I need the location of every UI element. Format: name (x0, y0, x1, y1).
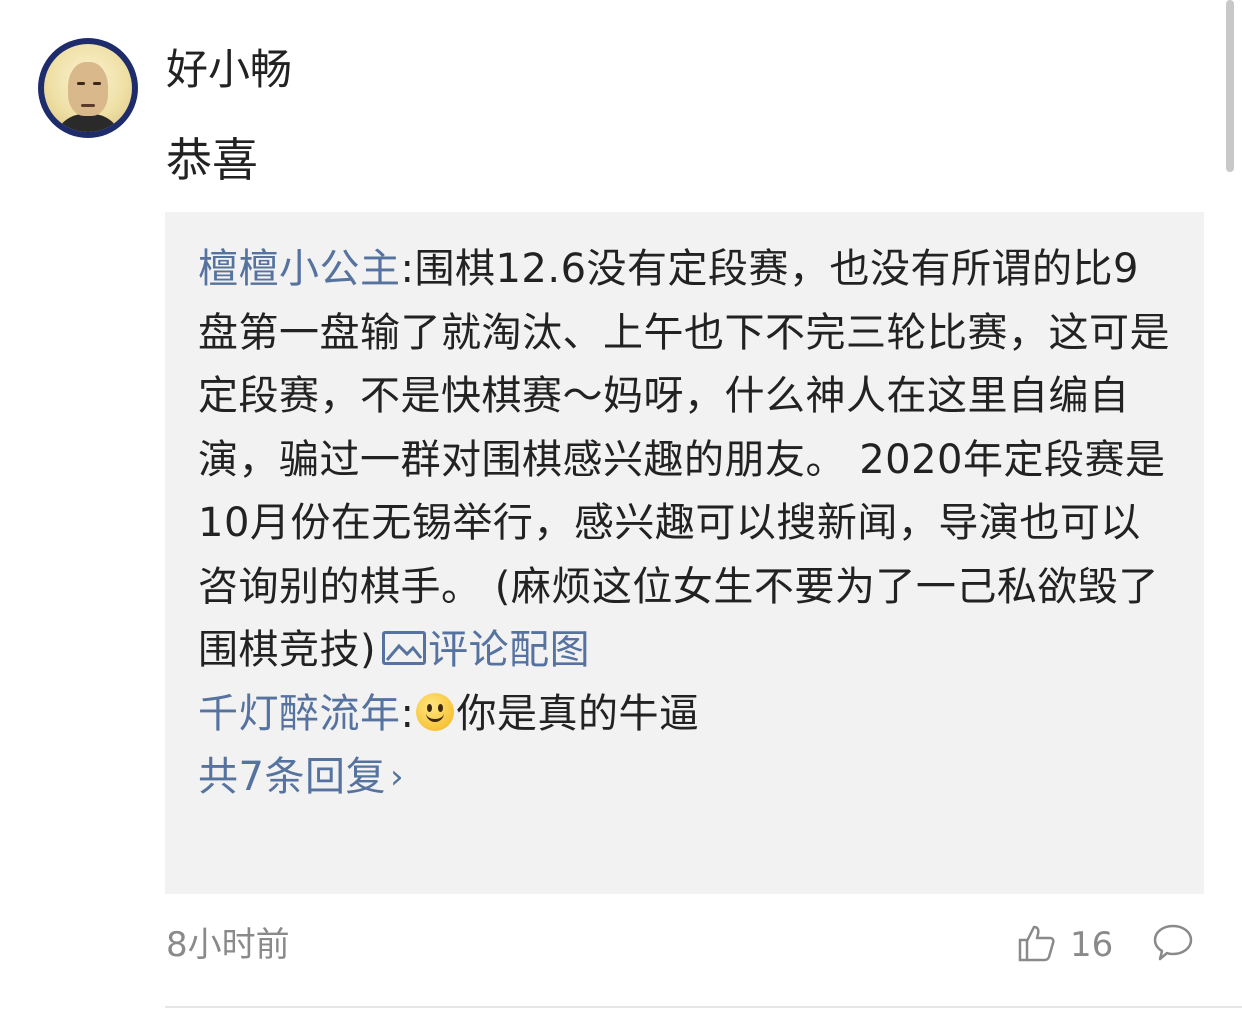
reply-item: 千灯醉流年: 你是真的牛逼 (198, 683, 1178, 747)
scrollbar[interactable] (1226, 0, 1234, 172)
reply-text: 围棋12.6没有定段赛，也没有所谓的比9盘第一盘输了就淘汰、上午也下不完三轮比赛… (198, 246, 1170, 673)
reply-author-link[interactable]: 檀檀小公主 (198, 246, 401, 292)
thumbs-up-icon (1016, 923, 1056, 967)
comment-page: 好小畅 恭喜 檀檀小公主:围棋12.6没有定段赛，也没有所谓的比9盘第一盘输了就… (0, 0, 1242, 1020)
reply-text: 你是真的牛逼 (456, 690, 700, 737)
reply-author-link[interactable]: 千灯醉流年 (198, 691, 401, 737)
like-count: 16 (1070, 925, 1114, 965)
comment-bubble-icon[interactable] (1152, 922, 1194, 968)
more-replies-link[interactable]: 共7条回复 › (198, 746, 1178, 810)
comment-time: 8小时前 (166, 925, 290, 965)
replies-list: 檀檀小公主:围棋12.6没有定段赛，也没有所谓的比9盘第一盘输了就淘汰、上午也下… (198, 238, 1178, 810)
reply-image-link[interactable]: 评论配图 (428, 627, 590, 673)
divider (165, 1006, 1242, 1008)
avatar-image (44, 44, 132, 132)
reply-separator: : (400, 690, 415, 737)
image-icon[interactable] (382, 631, 427, 665)
reply-separator: : (400, 246, 415, 292)
reply-item: 檀檀小公主:围棋12.6没有定段赛，也没有所谓的比9盘第一盘输了就淘汰、上午也下… (198, 238, 1178, 683)
replies-box: 檀檀小公主:围棋12.6没有定段赛，也没有所谓的比9盘第一盘输了就淘汰、上午也下… (165, 212, 1204, 894)
smiley-emoji-icon (416, 692, 455, 731)
more-replies-label: 共7条回复 (198, 754, 386, 800)
comment-text: 恭喜 (166, 133, 258, 187)
comment-username[interactable]: 好小畅 (166, 40, 292, 100)
chevron-right-icon: › (389, 757, 405, 797)
like-button[interactable]: 16 (1016, 922, 1113, 968)
user-avatar[interactable] (38, 38, 138, 138)
